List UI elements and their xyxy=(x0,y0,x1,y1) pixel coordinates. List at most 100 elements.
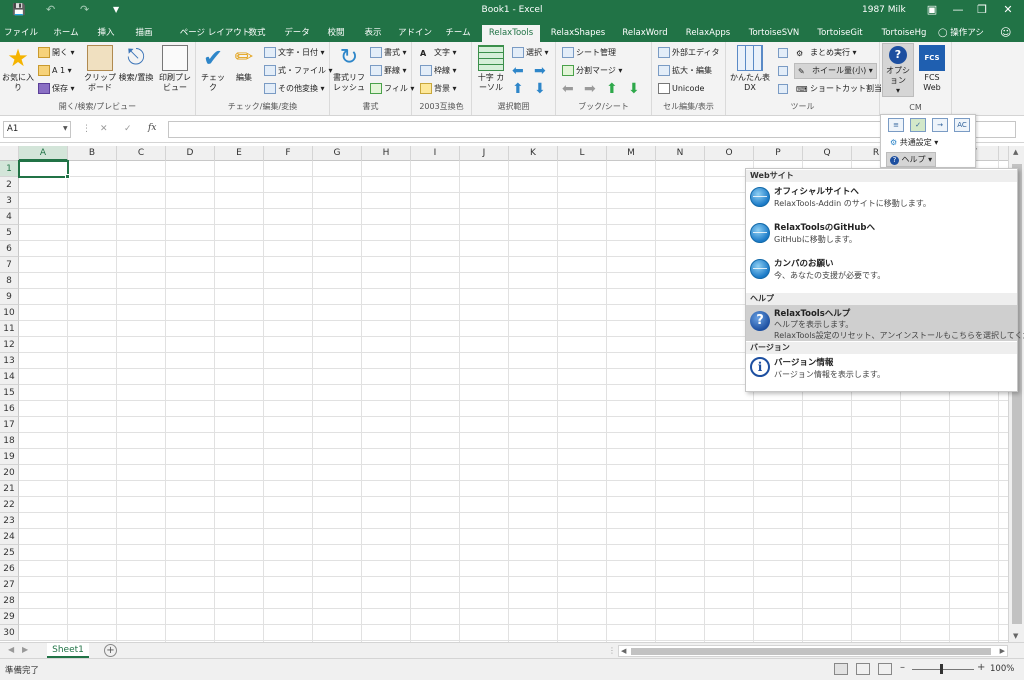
format-refresh-button[interactable]: ↻ 書式リフ レッシュ xyxy=(332,45,366,93)
menu-item-donation[interactable]: カンパのお願い 今、あなたの支援が必要です。 xyxy=(746,255,1017,291)
column-header[interactable]: J xyxy=(460,146,509,161)
column-header[interactable]: I xyxy=(411,146,460,161)
sheet-scroll-left-icon[interactable]: ◀ xyxy=(8,645,14,654)
tab-relaxshapes[interactable]: RelaxShapes xyxy=(547,25,609,42)
zoom-out-icon[interactable]: – xyxy=(900,662,905,673)
column-header[interactable]: M xyxy=(607,146,656,161)
split-merge-button[interactable]: 分割マージ ▾ xyxy=(562,64,622,78)
row-header[interactable]: 28 xyxy=(0,593,19,609)
restore-icon[interactable]: ❐ xyxy=(972,2,992,18)
style-button[interactable]: 書式 ▾ xyxy=(370,46,407,60)
fill-handle[interactable] xyxy=(65,174,70,179)
row-header[interactable]: 25 xyxy=(0,545,19,561)
check-button[interactable]: ✔ チェック xyxy=(198,45,228,93)
sheet-next-icon[interactable]: ➡ xyxy=(584,82,596,96)
scroll-left-icon[interactable]: ◀ xyxy=(621,647,626,655)
save-ribbon-button[interactable]: 保存 ▾ xyxy=(38,82,75,96)
row-header[interactable]: 29 xyxy=(0,609,19,625)
settings-ac-icon[interactable]: AC xyxy=(954,118,970,132)
tab-insert[interactable]: 挿入 xyxy=(92,25,120,42)
column-header[interactable]: F xyxy=(264,146,313,161)
row-header[interactable]: 18 xyxy=(0,433,19,449)
tab-view[interactable]: 表示 xyxy=(361,25,385,42)
row-header[interactable]: 16 xyxy=(0,401,19,417)
tab-tortoisegit[interactable]: TortoiseGit xyxy=(812,25,868,42)
column-header[interactable]: B xyxy=(68,146,117,161)
row-header[interactable]: 12 xyxy=(0,337,19,353)
tab-data[interactable]: データ xyxy=(283,25,311,42)
column-header[interactable]: U xyxy=(999,146,1008,161)
zoom-slider[interactable] xyxy=(912,664,974,674)
tab-addins[interactable]: アドイン xyxy=(398,25,432,42)
cross-cursor-button[interactable]: 十字 カーソル xyxy=(474,45,508,93)
sheet-scroll-right-icon[interactable]: ▶ xyxy=(22,645,28,654)
unicode-button[interactable]: Unicode xyxy=(658,82,704,96)
text-date-button[interactable]: 文字・日付 ▾ xyxy=(264,46,325,60)
row-header[interactable]: 3 xyxy=(0,193,19,209)
menu-item-relaxtools-help[interactable]: ? RelaxToolsヘルプ ヘルプを表示します。 RelaxTools設定の… xyxy=(746,305,1024,341)
ribbon-display-options-icon[interactable]: ▣ xyxy=(922,2,942,18)
row-header[interactable]: 1 xyxy=(0,161,19,177)
insert-function-button[interactable]: fx xyxy=(148,123,156,133)
tab-draw[interactable]: 描画 xyxy=(130,25,158,42)
arrow-down-icon[interactable]: ⬇ xyxy=(534,82,546,96)
zoom-slider-thumb[interactable] xyxy=(940,664,943,674)
tab-formulas[interactable]: 数式 xyxy=(243,25,271,42)
scroll-down-icon[interactable]: ▼ xyxy=(1013,632,1018,640)
tab-relaxapps[interactable]: RelaxApps xyxy=(682,25,734,42)
selected-cell-a1[interactable] xyxy=(18,160,70,179)
zoom-level[interactable]: 100% xyxy=(990,664,1014,674)
page-layout-view-icon[interactable] xyxy=(856,663,870,675)
row-header[interactable]: 6 xyxy=(0,241,19,257)
column-header[interactable]: C xyxy=(117,146,166,161)
minimize-icon[interactable]: — xyxy=(948,2,968,18)
name-box-dropdown-icon[interactable]: ▼ xyxy=(63,125,68,132)
row-header[interactable]: 21 xyxy=(0,481,19,497)
row-header[interactable]: 17 xyxy=(0,417,19,433)
row-header[interactable]: 30 xyxy=(0,625,19,641)
horizontal-scrollbar[interactable]: ◀ ▶ xyxy=(618,645,1008,657)
frame-color-button[interactable]: 枠線 ▾ xyxy=(420,64,457,78)
edit-button[interactable]: ✏ 編集 xyxy=(230,45,258,83)
add-sheet-icon[interactable]: + xyxy=(104,644,117,657)
row-header[interactable]: 11 xyxy=(0,321,19,337)
settings-view-icon[interactable]: ≡ xyxy=(888,118,904,132)
enter-icon[interactable]: ✓ xyxy=(124,124,132,134)
page-break-view-icon[interactable] xyxy=(878,663,892,675)
row-header[interactable]: 27 xyxy=(0,577,19,593)
zoom-in-icon[interactable]: + xyxy=(977,662,985,673)
sheet-management-button[interactable]: シート管理 xyxy=(562,46,616,60)
a1-button[interactable]: A 1 ▾ xyxy=(38,64,72,78)
row-header[interactable]: 2 xyxy=(0,177,19,193)
row-header[interactable]: 23 xyxy=(0,513,19,529)
column-header[interactable]: N xyxy=(656,146,705,161)
row-header[interactable]: 14 xyxy=(0,369,19,385)
border-button[interactable]: 罫線 ▾ xyxy=(370,64,407,78)
scroll-right-icon[interactable]: ▶ xyxy=(1000,647,1005,655)
help-dropdown-button[interactable]: ? ヘルプ ▾ xyxy=(886,152,936,167)
clipboard-button[interactable]: クリップ ボード xyxy=(84,45,116,93)
tab-review[interactable]: 校閲 xyxy=(324,25,348,42)
close-icon[interactable]: ✕ xyxy=(998,2,1018,18)
row-header[interactable]: 24 xyxy=(0,529,19,545)
print-preview-button[interactable]: 印刷プレ ビュー xyxy=(158,45,192,93)
background-color-button[interactable]: 背景 ▾ xyxy=(420,82,457,96)
column-header[interactable]: L xyxy=(558,146,607,161)
row-header[interactable]: 4 xyxy=(0,209,19,225)
row-header[interactable]: 9 xyxy=(0,289,19,305)
tool-grid-icon-3[interactable] xyxy=(778,84,788,94)
row-header[interactable]: 20 xyxy=(0,465,19,481)
column-header[interactable]: A xyxy=(19,146,68,161)
tab-tortoisehg[interactable]: TortoiseHg xyxy=(876,25,932,42)
fcs-web-button[interactable]: FCS FCS Web xyxy=(916,45,948,93)
row-header[interactable]: 13 xyxy=(0,353,19,369)
options-button[interactable]: ? オプション ▾ xyxy=(882,43,914,97)
tool-grid-icon-2[interactable] xyxy=(778,66,788,76)
wheel-amount-button[interactable]: ✎ ホイール量(小) ▾ xyxy=(794,63,877,79)
char-color-button[interactable]: A 文字 ▾ xyxy=(420,46,457,60)
sheet-down-icon[interactable]: ⬇ xyxy=(628,82,640,96)
formula-file-button[interactable]: 式・ファイル ▾ xyxy=(264,64,333,78)
arrow-left-icon[interactable]: ⬅ xyxy=(512,64,524,78)
row-header[interactable]: 22 xyxy=(0,497,19,513)
row-header[interactable]: 8 xyxy=(0,273,19,289)
